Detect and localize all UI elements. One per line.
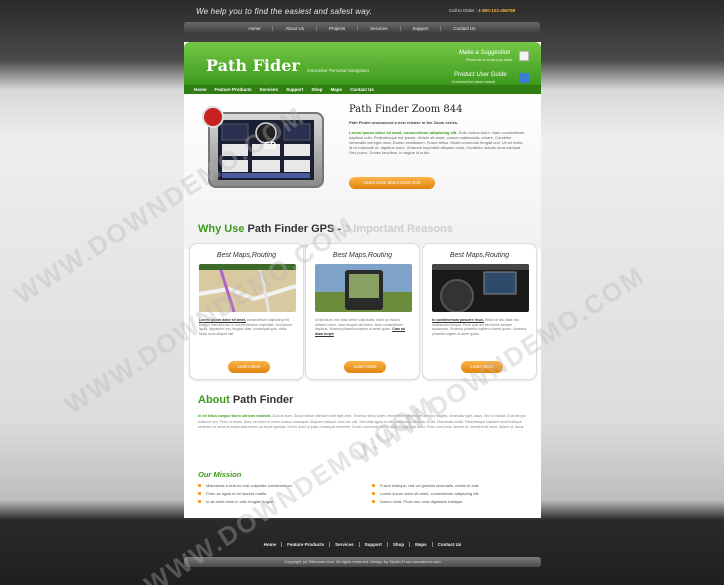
card-text: Ut tincidunt, est vitae lorem sollicitud…	[315, 318, 412, 336]
gps-speed-readout: 69	[264, 140, 277, 152]
suggestion-icon[interactable]	[519, 51, 529, 61]
mission-item: In sit amet enim in odio feugiat feugiat…	[198, 499, 368, 507]
footnav-maps[interactable]: Maps	[410, 541, 433, 547]
mission-item: Maecenas a erat eu erat vulputate condim…	[198, 483, 368, 491]
why-part3: 3 Important Reasons	[344, 223, 453, 235]
footer-navigation: Home Feature Products Services Support S…	[184, 539, 541, 549]
mission-item: Proin ac ligula et mi laoreet mattis.	[198, 491, 368, 499]
about-part2: Path Finder	[232, 394, 294, 406]
nav-contact[interactable]: Contact Us	[346, 87, 378, 92]
reason-card-3: Best Maps,Routing In condimentum posuere…	[422, 243, 537, 380]
map-image	[199, 264, 296, 312]
site-logo[interactable]: Path Fider	[206, 56, 300, 75]
footnav-shop[interactable]: Shop	[388, 541, 411, 547]
footnav-services[interactable]: Services	[330, 541, 360, 547]
user-guide-link[interactable]: Product User Guide	[454, 72, 507, 78]
learn-more-button-2[interactable]: Learn More	[344, 361, 386, 373]
why-heading: Why Use Path Finder GPS - 3 Important Re…	[198, 223, 453, 235]
mission-heading: Our Mission	[198, 470, 242, 479]
user-guide-sub: Download the latest manual	[452, 80, 496, 84]
card-text: Lorem ipsum dolor sit amet, consectetuer…	[199, 318, 296, 336]
about-part1: About	[198, 394, 230, 406]
topnav-home[interactable]: Home	[236, 25, 274, 31]
card-title: Best Maps,Routing	[216, 252, 277, 259]
car-dashboard-image	[432, 264, 529, 312]
card-lead[interactable]: In condimentum posuere risus.	[432, 318, 484, 322]
topnav-services[interactable]: Services	[358, 25, 401, 31]
reason-card-1: Best Maps,Routing Lorem ipsum dolor sit …	[189, 243, 304, 380]
new-badge-icon	[202, 106, 224, 128]
suggestion-sub: Please let us know your ideas	[466, 58, 513, 62]
learn-more-zoom-button[interactable]: Learn more about Zoom 844	[349, 177, 435, 189]
learn-more-button-1[interactable]: Learn More	[228, 361, 270, 373]
page-container: Path Fider Innovative Personal Navigatio…	[184, 42, 541, 518]
top-navigation: Home About Us Projects Services Support …	[184, 22, 540, 34]
handheld-gps-image	[315, 264, 412, 312]
card-body: Ut tincidunt, est vitae lorem sollicitud…	[315, 318, 404, 331]
suggestion-link[interactable]: Make a Suggestion	[459, 50, 510, 56]
nav-services[interactable]: Services	[256, 87, 283, 92]
mission-item: Lorem ipsum dolor sit amet, consectetuer…	[372, 491, 542, 499]
hero-subtitle: Path Finder announced a new release in t…	[349, 120, 459, 125]
learn-more-button-3[interactable]: Learn More	[461, 361, 503, 373]
topnav-contact[interactable]: Contact Us	[441, 26, 487, 31]
guide-download-icon[interactable]	[519, 73, 529, 83]
mission-list-right: Fusce tristique, nisl vel gravida venena…	[372, 483, 542, 507]
footnav-support[interactable]: Support	[360, 541, 388, 547]
mission-item: Donec nulla. Proin nec urna dignissim tr…	[372, 499, 542, 507]
site-header: Path Fider Innovative Personal Navigatio…	[184, 42, 541, 85]
tagline: We help you to find the easiest and safe…	[196, 7, 372, 16]
topnav-support[interactable]: Support	[401, 25, 442, 31]
card-title: Best Maps,Routing	[449, 252, 510, 259]
why-part2: Path Finder GPS -	[247, 223, 342, 235]
hero-text: Lorem ipsum dolor sit amet, consectetuer…	[349, 130, 527, 155]
about-text: In vel tellus congue libero ultricies mo…	[198, 414, 528, 431]
mission-list-left: Maecenas a erat eu erat vulputate condim…	[198, 483, 368, 507]
call-label: Call to Order :	[449, 8, 478, 13]
card-lead[interactable]: Lorem ipsum dolor sit amet,	[199, 318, 246, 322]
mission-item: Fusce tristique, nisl vel gravida venena…	[372, 483, 542, 491]
nav-maps[interactable]: Maps	[327, 87, 347, 92]
nav-feature-products[interactable]: Feature Products	[211, 87, 256, 92]
card-title: Best Maps,Routing	[332, 252, 393, 259]
topnav-projects[interactable]: Projects	[317, 25, 359, 31]
hero-title: Path Finder Zoom 844	[349, 104, 463, 115]
topnav-about[interactable]: About Us	[273, 25, 317, 31]
main-navigation: Home Feature Products Services Support S…	[184, 85, 541, 94]
nav-shop[interactable]: Shop	[307, 87, 326, 92]
why-part1: Why Use	[198, 223, 245, 235]
about-heading: About Path Finder	[198, 394, 293, 406]
footnav-contact[interactable]: Contact Us	[433, 542, 467, 547]
about-lead: In vel tellus congue libero ultricies mo…	[198, 414, 272, 418]
copyright-bar: Copyright (c) Sitename.com. All rights r…	[184, 557, 541, 567]
call-to-order: Call to Order : 1-800-123-456789	[449, 8, 515, 13]
call-number[interactable]: 1-800-123-456789	[478, 8, 515, 13]
gps-device-image: 69	[208, 112, 324, 188]
reason-card-2: Best Maps,Routing Ut tincidunt, est vita…	[305, 243, 420, 380]
card-text: In condimentum posuere risus. Etiam at n…	[432, 318, 529, 336]
nav-support[interactable]: Support	[282, 87, 307, 92]
footnav-home[interactable]: Home	[259, 541, 283, 547]
nav-home[interactable]: Home	[190, 87, 211, 92]
footnav-feature-products[interactable]: Feature Products	[282, 541, 331, 547]
logo-tagline: Innovative Personal Navigation	[307, 68, 370, 73]
